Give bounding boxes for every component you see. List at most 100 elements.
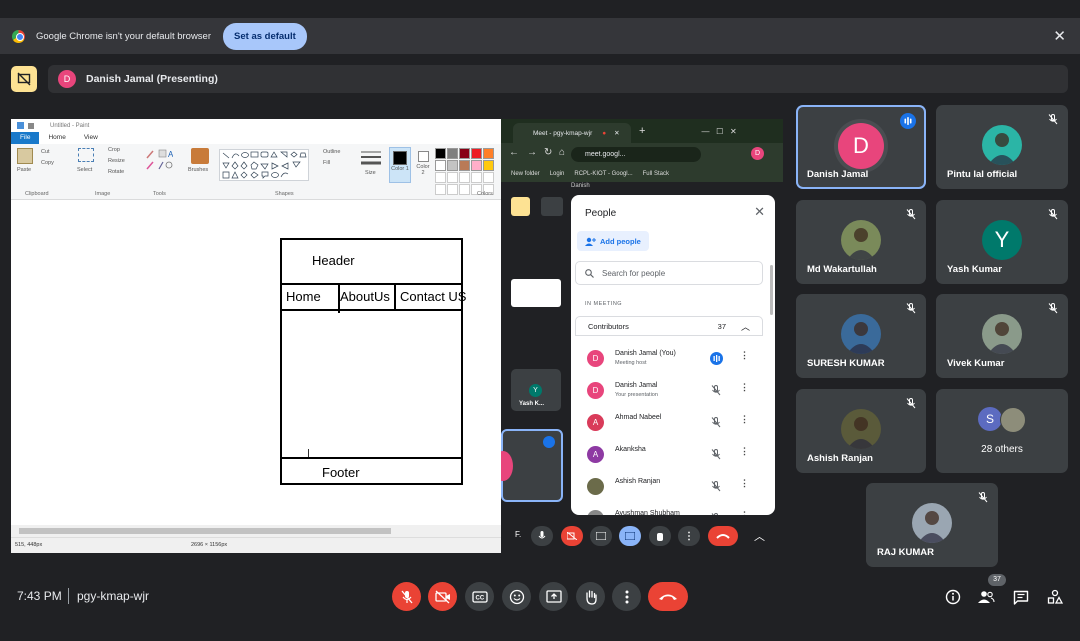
paint-tab-file[interactable]: File bbox=[11, 132, 40, 144]
participant-row[interactable]: A Akanksha ⋮ bbox=[575, 439, 763, 469]
window-controls[interactable]: — ☐ ✕ bbox=[701, 127, 736, 136]
people-scrollbar[interactable] bbox=[770, 265, 773, 315]
color1-selector[interactable]: Color 1 bbox=[389, 147, 411, 183]
presentation-toggle-button[interactable] bbox=[11, 66, 37, 92]
participant-more-icon[interactable]: ⋮ bbox=[740, 414, 749, 425]
brushes-icon[interactable] bbox=[191, 148, 209, 164]
participant-tile[interactable]: Y Yash Kumar bbox=[936, 200, 1068, 284]
mic-off-icon[interactable] bbox=[709, 383, 723, 397]
participant-tile[interactable]: Ashish Ranjan bbox=[796, 389, 926, 473]
palette-empty-swatch[interactable] bbox=[435, 172, 446, 183]
mini-present-button[interactable] bbox=[619, 526, 641, 546]
participant-tile[interactable]: SURESH KUMAR bbox=[796, 294, 926, 378]
shapes-icons[interactable] bbox=[220, 150, 308, 180]
participant-row[interactable]: D Danish Jamal Your presentation ⋮ bbox=[575, 375, 763, 405]
camera-toggle-button[interactable] bbox=[428, 582, 457, 611]
emoji-reactions-button[interactable] bbox=[502, 582, 531, 611]
participant-row[interactable]: Ayushman Shubham ⋮ bbox=[575, 503, 763, 515]
participant-more-icon[interactable]: ⋮ bbox=[740, 350, 749, 361]
pencil-icon[interactable]: A bbox=[145, 148, 173, 172]
back-icon[interactable]: ← bbox=[509, 147, 519, 158]
color2-selector[interactable]: Color 2 bbox=[415, 149, 431, 183]
mini-camera-off-button[interactable] bbox=[561, 526, 583, 546]
mini-more-button[interactable]: ⋮ bbox=[678, 526, 700, 546]
participant-tile[interactable]: S 28 others bbox=[936, 389, 1068, 473]
meeting-details-button[interactable] bbox=[944, 588, 962, 606]
participant-more-icon[interactable]: ⋮ bbox=[740, 510, 749, 515]
palette-swatch[interactable] bbox=[459, 148, 470, 159]
mini-hangup-button[interactable] bbox=[708, 526, 738, 546]
raise-hand-button[interactable] bbox=[576, 582, 605, 611]
captions-button[interactable]: CC bbox=[465, 582, 494, 611]
mini-expand-icon[interactable]: ︿ bbox=[754, 528, 765, 544]
mini-screen-icon[interactable] bbox=[541, 197, 563, 216]
mini-mic-button[interactable] bbox=[531, 526, 553, 546]
select-icon[interactable] bbox=[78, 148, 94, 162]
palette-empty-swatch[interactable] bbox=[435, 184, 446, 195]
participant-more-icon[interactable]: ⋮ bbox=[740, 478, 749, 489]
crop-button[interactable]: Crop bbox=[108, 147, 120, 153]
more-options-button[interactable] bbox=[612, 582, 641, 611]
shapes-gallery[interactable] bbox=[219, 149, 309, 181]
palette-swatch[interactable] bbox=[471, 148, 482, 159]
mic-off-icon[interactable] bbox=[709, 511, 723, 515]
participant-tile[interactable]: D Danish Jamal bbox=[796, 105, 926, 189]
cut-button[interactable]: Cut bbox=[41, 149, 50, 155]
palette-empty-swatch[interactable] bbox=[459, 172, 470, 183]
palette-empty-swatch[interactable] bbox=[447, 184, 458, 195]
activities-button[interactable] bbox=[1046, 588, 1064, 606]
paste-button[interactable]: Paste bbox=[17, 167, 31, 173]
palette-empty-swatch[interactable] bbox=[471, 172, 482, 183]
mini-raise-hand-button[interactable] bbox=[649, 526, 671, 546]
participant-tile[interactable]: Md Wakartullah bbox=[796, 200, 926, 284]
paint-tab-view[interactable]: View bbox=[75, 132, 107, 144]
select-button[interactable]: Select bbox=[77, 167, 92, 173]
resize-button[interactable]: Resize bbox=[108, 158, 125, 164]
palette-empty-swatch[interactable] bbox=[483, 172, 494, 183]
fill-dropdown[interactable]: Fill bbox=[323, 160, 330, 166]
palette-swatch[interactable] bbox=[483, 160, 494, 171]
color-palette[interactable] bbox=[435, 148, 499, 195]
palette-swatch[interactable] bbox=[459, 160, 470, 171]
people-button[interactable] bbox=[977, 588, 995, 606]
mini-captions-button[interactable] bbox=[590, 526, 612, 546]
participant-tile[interactable]: RAJ KUMAR bbox=[866, 483, 998, 567]
participant-row[interactable]: Ashish Ranjan ⋮ bbox=[575, 471, 763, 501]
profile-avatar[interactable]: D bbox=[751, 147, 764, 160]
bookmark-rcpl[interactable]: RCPL-KIOT - Googl... bbox=[574, 171, 632, 177]
palette-swatch[interactable] bbox=[435, 160, 446, 171]
present-now-button[interactable] bbox=[539, 582, 568, 611]
size-button[interactable]: Size bbox=[365, 170, 376, 176]
contributors-header[interactable]: Contributors 37 ︿ bbox=[575, 316, 763, 336]
participant-row[interactable]: A Ahmad Nabeel ⋮ bbox=[575, 407, 763, 437]
paste-icon[interactable] bbox=[17, 148, 33, 164]
palette-swatch[interactable] bbox=[447, 148, 458, 159]
close-people-icon[interactable]: ✕ bbox=[754, 204, 765, 220]
forward-icon[interactable]: → bbox=[527, 147, 537, 158]
rotate-button[interactable]: Rotate bbox=[108, 169, 124, 175]
participant-row[interactable]: D Danish Jamal (You) Meeting host ⋮ bbox=[575, 343, 763, 373]
set-as-default-button[interactable]: Set as default bbox=[223, 22, 307, 50]
chat-button[interactable] bbox=[1012, 588, 1030, 606]
palette-swatch[interactable] bbox=[435, 148, 446, 159]
participant-tile[interactable]: Vivek Kumar bbox=[936, 294, 1068, 378]
palette-swatch[interactable] bbox=[447, 160, 458, 171]
mic-toggle-button[interactable] bbox=[392, 582, 421, 611]
reload-icon[interactable]: ↻ bbox=[544, 147, 552, 158]
palette-swatch[interactable] bbox=[483, 148, 494, 159]
people-search-input[interactable]: Search for people bbox=[575, 261, 763, 285]
scrollbar-thumb[interactable] bbox=[19, 528, 391, 534]
palette-empty-swatch[interactable] bbox=[459, 184, 470, 195]
chevron-up-icon[interactable]: ︿ bbox=[741, 320, 750, 333]
home-icon[interactable]: ⌂ bbox=[559, 147, 565, 158]
leave-call-button[interactable] bbox=[648, 582, 688, 611]
paint-tab-home[interactable]: Home bbox=[39, 132, 74, 144]
palette-empty-swatch[interactable] bbox=[447, 172, 458, 183]
paint-horizontal-scrollbar[interactable] bbox=[11, 525, 501, 537]
participant-more-icon[interactable]: ⋮ bbox=[740, 446, 749, 457]
speaking-icon[interactable] bbox=[709, 351, 723, 365]
mic-off-icon[interactable] bbox=[709, 415, 723, 429]
browser-tab-meet[interactable]: Meet - pgy-kmap-wjr ● ✕ bbox=[513, 123, 631, 143]
tools-icons[interactable]: A bbox=[145, 148, 173, 172]
paint-canvas[interactable]: Header Home AboutUs Contact US Footer bbox=[11, 200, 501, 525]
